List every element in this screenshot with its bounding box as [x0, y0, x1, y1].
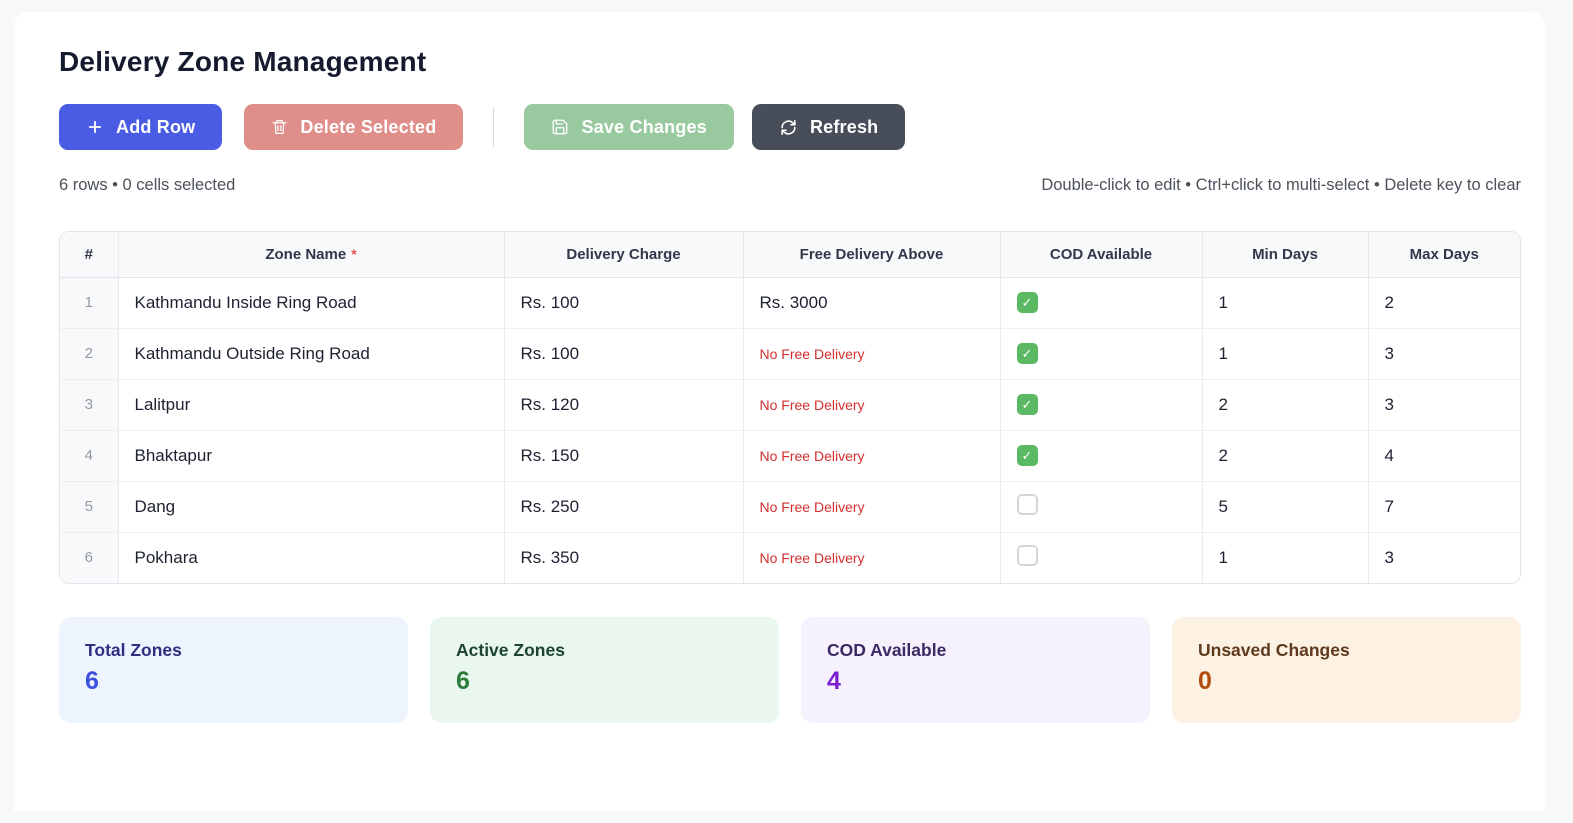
refresh-button[interactable]: Refresh: [752, 104, 905, 150]
summary-card: COD Available 4: [801, 617, 1150, 723]
column-header-zone-name: Zone Name*: [118, 232, 504, 277]
add-row-label: Add Row: [116, 117, 195, 138]
max-days-cell[interactable]: 3: [1368, 379, 1520, 430]
table-body: 1 Kathmandu Inside Ring Road Rs. 100 Rs.…: [60, 277, 1520, 583]
usage-hint-text: Double-click to edit • Ctrl+click to mul…: [1041, 176, 1521, 195]
min-days-cell[interactable]: 1: [1202, 532, 1368, 583]
plus-icon: [86, 118, 104, 136]
column-header-min-days: Min Days: [1202, 232, 1368, 277]
delivery-charge-cell[interactable]: Rs. 250: [504, 481, 743, 532]
cod-checkbox[interactable]: ✓: [1017, 445, 1038, 466]
cod-checkbox[interactable]: ✓: [1017, 394, 1038, 415]
summary-card-label: Total Zones: [85, 640, 382, 661]
column-header-cod-available: COD Available: [1000, 232, 1202, 277]
cod-checkbox[interactable]: [1017, 545, 1038, 566]
delivery-charge-cell[interactable]: Rs. 100: [504, 277, 743, 328]
table-row: 2 Kathmandu Outside Ring Road Rs. 100 No…: [60, 328, 1520, 379]
min-days-cell[interactable]: 1: [1202, 277, 1368, 328]
toolbar-divider: [493, 107, 494, 147]
free-delivery-above-cell[interactable]: No Free Delivery: [743, 532, 1000, 583]
free-delivery-above-cell[interactable]: No Free Delivery: [743, 481, 1000, 532]
max-days-cell[interactable]: 3: [1368, 532, 1520, 583]
cod-available-cell[interactable]: ✓: [1000, 430, 1202, 481]
summary-card-value: 4: [827, 667, 1124, 696]
delete-selected-button[interactable]: Delete Selected: [244, 104, 463, 150]
content-card: Delivery Zone Management Add Row Delete …: [14, 12, 1545, 811]
cod-checkbox[interactable]: ✓: [1017, 343, 1038, 364]
max-days-cell[interactable]: 7: [1368, 481, 1520, 532]
summary-card-value: 6: [456, 667, 753, 696]
page-title: Delivery Zone Management: [59, 46, 1521, 78]
cod-available-cell[interactable]: [1000, 532, 1202, 583]
row-index[interactable]: 6: [60, 532, 118, 583]
status-row: 6 rows • 0 cells selected Double-click t…: [59, 176, 1521, 195]
add-row-button[interactable]: Add Row: [59, 104, 222, 150]
table-row: 1 Kathmandu Inside Ring Road Rs. 100 Rs.…: [60, 277, 1520, 328]
zone-name-cell[interactable]: Pokhara: [118, 532, 504, 583]
min-days-cell[interactable]: 5: [1202, 481, 1368, 532]
delete-selected-label: Delete Selected: [300, 117, 436, 138]
summary-card-label: Unsaved Changes: [1198, 640, 1495, 661]
zone-name-cell[interactable]: Kathmandu Inside Ring Road: [118, 277, 504, 328]
table-row: 4 Bhaktapur Rs. 150 No Free Delivery ✓ 2…: [60, 430, 1520, 481]
cod-available-cell[interactable]: [1000, 481, 1202, 532]
summary-card: Unsaved Changes 0: [1172, 617, 1521, 723]
max-days-cell[interactable]: 4: [1368, 430, 1520, 481]
column-header-max-days: Max Days: [1368, 232, 1520, 277]
row-index[interactable]: 1: [60, 277, 118, 328]
zone-name-cell[interactable]: Bhaktapur: [118, 430, 504, 481]
zone-name-cell[interactable]: Kathmandu Outside Ring Road: [118, 328, 504, 379]
summary-cards: Total Zones 6 Active Zones 6 COD Availab…: [59, 617, 1521, 723]
cod-checkbox[interactable]: [1017, 494, 1038, 515]
table-row: 5 Dang Rs. 250 No Free Delivery 5 7: [60, 481, 1520, 532]
row-index[interactable]: 5: [60, 481, 118, 532]
table-row: 3 Lalitpur Rs. 120 No Free Delivery ✓ 2 …: [60, 379, 1520, 430]
row-index[interactable]: 4: [60, 430, 118, 481]
column-header-free-delivery-above: Free Delivery Above: [743, 232, 1000, 277]
refresh-arrows-icon: [779, 118, 798, 137]
free-delivery-above-cell[interactable]: Rs. 3000: [743, 277, 1000, 328]
refresh-label: Refresh: [810, 117, 878, 138]
delivery-charge-cell[interactable]: Rs. 120: [504, 379, 743, 430]
delivery-charge-cell[interactable]: Rs. 100: [504, 328, 743, 379]
zones-table: # Zone Name* Delivery Charge Free Delive…: [59, 231, 1521, 584]
summary-card-value: 0: [1198, 667, 1495, 696]
summary-card-label: Active Zones: [456, 640, 753, 661]
trash-icon: [271, 118, 288, 136]
zone-name-cell[interactable]: Dang: [118, 481, 504, 532]
max-days-cell[interactable]: 3: [1368, 328, 1520, 379]
save-changes-button[interactable]: Save Changes: [524, 104, 733, 150]
required-asterisk: *: [351, 246, 356, 262]
save-changes-label: Save Changes: [581, 117, 706, 138]
zone-name-cell[interactable]: Lalitpur: [118, 379, 504, 430]
row-index[interactable]: 3: [60, 379, 118, 430]
min-days-cell[interactable]: 2: [1202, 379, 1368, 430]
row-index[interactable]: 2: [60, 328, 118, 379]
max-days-cell[interactable]: 2: [1368, 277, 1520, 328]
delivery-charge-cell[interactable]: Rs. 150: [504, 430, 743, 481]
selection-status-text: 6 rows • 0 cells selected: [59, 176, 235, 195]
summary-card: Active Zones 6: [430, 617, 779, 723]
free-delivery-above-cell[interactable]: No Free Delivery: [743, 328, 1000, 379]
summary-card-label: COD Available: [827, 640, 1124, 661]
summary-card: Total Zones 6: [59, 617, 408, 723]
floppy-disk-icon: [551, 118, 569, 136]
header-row: # Zone Name* Delivery Charge Free Delive…: [60, 232, 1520, 277]
column-header-delivery-charge: Delivery Charge: [504, 232, 743, 277]
cod-checkbox[interactable]: ✓: [1017, 292, 1038, 313]
column-header-index: #: [60, 232, 118, 277]
free-delivery-above-cell[interactable]: No Free Delivery: [743, 379, 1000, 430]
cod-available-cell[interactable]: ✓: [1000, 328, 1202, 379]
table-row: 6 Pokhara Rs. 350 No Free Delivery 1 3: [60, 532, 1520, 583]
summary-card-value: 6: [85, 667, 382, 696]
cod-available-cell[interactable]: ✓: [1000, 379, 1202, 430]
min-days-cell[interactable]: 1: [1202, 328, 1368, 379]
cod-available-cell[interactable]: ✓: [1000, 277, 1202, 328]
min-days-cell[interactable]: 2: [1202, 430, 1368, 481]
free-delivery-above-cell[interactable]: No Free Delivery: [743, 430, 1000, 481]
delivery-charge-cell[interactable]: Rs. 350: [504, 532, 743, 583]
toolbar: Add Row Delete Selected Save Changes Ref…: [59, 104, 1521, 150]
